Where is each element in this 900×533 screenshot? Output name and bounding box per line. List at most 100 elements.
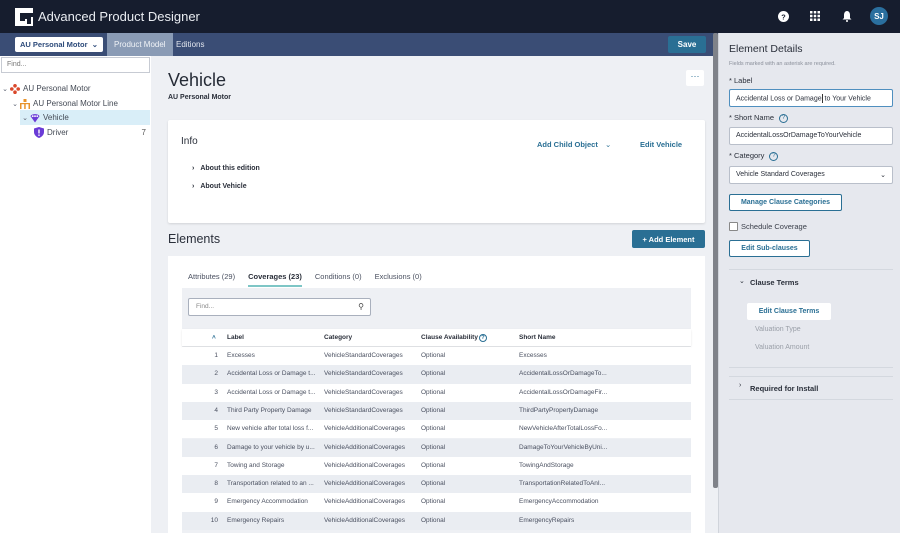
tab-coverages[interactable]: Coverages (23) [248, 272, 302, 287]
cell-availability: Optional [421, 425, 446, 433]
table-row[interactable]: 2 Accidental Loss or Damage t... VehicleSt… [182, 365, 691, 384]
cell-n: 7 [214, 461, 218, 469]
cell-availability: Optional [421, 370, 446, 378]
tab-editions[interactable]: Editions [169, 33, 211, 56]
edit-subclauses-button[interactable]: Edit Sub-clauses [729, 240, 810, 257]
column-header-label[interactable]: Label [227, 334, 244, 341]
cell-availability: Optional [421, 406, 446, 414]
label-input[interactable]: Accidental Loss or Damage to Your Vehicl… [729, 89, 893, 107]
help-circle-icon[interactable]: ? [478, 334, 487, 342]
cell-label: Towing and Storage [227, 461, 285, 469]
add-element-button[interactable]: + Add Element [632, 230, 705, 248]
tree-item-label: AU Personal Motor Line [33, 99, 118, 108]
table-find-input[interactable]: Find... ⚲ [188, 298, 371, 316]
cell-n: 10 [210, 516, 218, 524]
column-header-clause-availability[interactable]: Clause Availability? [421, 334, 487, 342]
elements-title: Elements [168, 232, 221, 246]
chevron-right-icon[interactable]: › [739, 382, 741, 389]
required-note: Fields marked with an asterisk are requi… [729, 61, 836, 67]
required-for-install-section-title[interactable]: Required for Install [750, 384, 818, 393]
elements-tabs: Attributes (29) Coverages (23) Condition… [188, 272, 422, 287]
table-row[interactable]: 6 Damage to your vehicle by u... VehicleAd… [182, 438, 691, 457]
cell-short: AccidentalLossOrDamageFir... [519, 388, 608, 396]
bell-icon[interactable] [838, 7, 856, 25]
cell-category: VehicleAdditionalCoverages [324, 516, 405, 524]
tree-item-vehicle[interactable]: ⌄ Vehicle [20, 110, 150, 125]
table-row[interactable]: 7 Towing and Storage VehicleAdditionalCove… [182, 456, 691, 476]
chevron-down-icon: ⌄ [91, 40, 98, 49]
sort-ascending-icon[interactable]: ˄ [212, 334, 216, 341]
tab-conditions[interactable]: Conditions (0) [315, 272, 362, 287]
table-row[interactable]: 1 Excesses VehicleStandardCoverages Optiona… [182, 347, 691, 366]
manage-clause-categories-button[interactable]: Manage Clause Categories [729, 194, 842, 211]
chevron-down-icon: ⌄ [604, 140, 612, 149]
tab-attributes[interactable]: Attributes (29) [188, 272, 235, 287]
expander-label: About Vehicle [200, 183, 247, 190]
cell-category: VehicleAdditionalCoverages [324, 461, 405, 469]
cell-label: Emergency Accommodation [227, 498, 308, 506]
product-select[interactable]: AU Personal Motor ⌄ [15, 37, 103, 52]
edit-clause-terms-button[interactable]: Edit Clause Terms [747, 303, 831, 320]
clause-terms-section-title[interactable]: Clause Terms [750, 278, 799, 287]
schedule-coverage-checkbox[interactable] [729, 222, 738, 231]
expander-about-vehicle[interactable]: › About Vehicle [192, 183, 247, 190]
cell-short: Excesses [519, 352, 547, 359]
element-details-panel: Element Details Fields marked with an as… [718, 33, 900, 533]
cell-label: Third Party Property Damage [227, 406, 312, 414]
table-row[interactable]: 9 Emergency Accommodation VehicleAdditiona… [182, 493, 691, 512]
cell-label: Accidental Loss or Damage t... [227, 370, 316, 378]
cell-n: 6 [214, 443, 218, 451]
chevron-down-icon: ⌄ [880, 172, 886, 179]
expander-about-edition[interactable]: › About this edition [192, 165, 260, 172]
category-select[interactable]: Vehicle Standard Coverages ⌄ [729, 166, 893, 184]
tab-exclusions[interactable]: Exclusions (0) [375, 272, 422, 287]
add-child-object-button[interactable]: Add Child Object ⌄ [537, 140, 611, 149]
apps-grid-icon[interactable] [806, 7, 824, 25]
tree-item-au-personal-motor[interactable]: ⌄ AU Personal Motor [0, 81, 150, 96]
chevron-down-icon[interactable]: ⌄ [10, 100, 20, 108]
more-options-button[interactable]: ··· [686, 70, 704, 86]
schedule-coverage-label: Schedule Coverage [741, 222, 807, 231]
cell-availability: Optional [421, 388, 446, 396]
details-title: Element Details [729, 43, 803, 55]
tree-item-driver[interactable]: Driver 7 [0, 125, 150, 140]
tab-product-model[interactable]: Product Model [107, 33, 173, 56]
expander-label: About this edition [200, 165, 260, 172]
svg-text:?: ? [781, 12, 786, 21]
chevron-down-icon[interactable]: ⌄ [20, 114, 30, 122]
short-name-input[interactable]: AccidentalLossOrDamageToYourVehicle [729, 127, 893, 145]
edit-vehicle-link[interactable]: Edit Vehicle [640, 140, 682, 149]
tree-item-au-personal-motor-line[interactable]: ⌄ AU Personal Motor Line [0, 96, 150, 111]
product-icon [10, 83, 20, 94]
table-header: ˄ Label Category Clause Availability? Sh… [182, 329, 691, 346]
cell-n: 5 [214, 425, 218, 433]
search-icon[interactable]: ⚲ [358, 302, 364, 311]
cell-category: VehicleStandardCoverages [324, 370, 403, 378]
chevron-right-icon: › [192, 165, 195, 172]
label-input-value-after: to Your Vehicle [822, 95, 871, 103]
chevron-down-icon[interactable]: ⌄ [0, 85, 10, 93]
table-row[interactable]: 3 Accidental Loss or Damage t... VehicleSt… [182, 383, 691, 402]
table-row[interactable]: 5 New vehicle after total loss f... Vehicl… [182, 420, 691, 439]
cell-short: EmergencyRepairs [519, 516, 575, 524]
avatar[interactable]: SJ [870, 7, 888, 25]
cell-availability: Optional [421, 352, 446, 359]
short-name-field-label: * Short Name? [729, 113, 789, 123]
table-row[interactable]: 10 Emergency Repairs VehicleAdditionalCove… [182, 511, 691, 530]
table-row[interactable]: 4 Third Party Property Damage VehicleStand… [182, 401, 691, 421]
tree-find-input[interactable]: Find... [1, 57, 150, 73]
label-field-label: * Label [729, 76, 753, 85]
column-header-short-name[interactable]: Short Name [519, 334, 555, 341]
help-circle-icon[interactable]: ? [769, 151, 779, 161]
chevron-down-icon[interactable]: ⌄ [739, 277, 745, 285]
cell-availability: Optional [421, 443, 446, 451]
column-header-category[interactable]: Category [324, 334, 352, 341]
save-button[interactable]: Save [668, 36, 706, 53]
main-content: Vehicle AU Personal Motor ··· Info Add C… [151, 56, 713, 533]
help-circle-icon[interactable]: ? [779, 113, 789, 123]
sidebar-tree: Find... ⌄ AU Personal Motor ⌄ AU Persona… [0, 56, 151, 533]
table-row[interactable]: 8 Transportation related to an ... Vehicle… [182, 475, 691, 494]
help-icon[interactable]: ? [774, 7, 792, 25]
cell-category: VehicleStandardCoverages [324, 406, 403, 414]
short-name-label-text: * Short Name [729, 113, 775, 122]
